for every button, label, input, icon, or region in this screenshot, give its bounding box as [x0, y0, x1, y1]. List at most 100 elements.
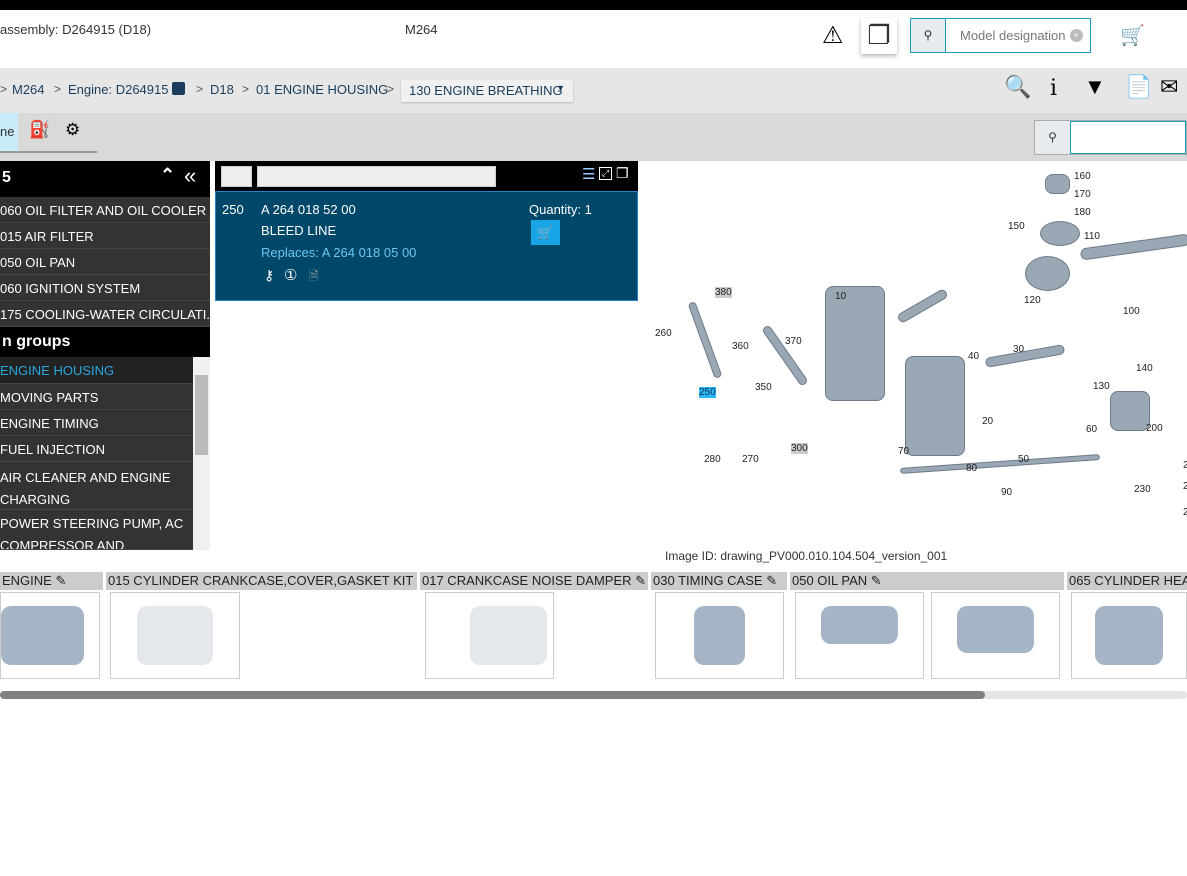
tab-engine[interactable]: ne: [0, 113, 18, 152]
popout-icon[interactable]: ❐: [616, 165, 629, 182]
callout[interactable]: 360: [732, 341, 749, 352]
key-icon[interactable]: ⚷: [264, 267, 274, 284]
callout[interactable]: 200: [1146, 423, 1163, 434]
parts-search[interactable]: ⚲: [1034, 120, 1187, 155]
document-alert-icon[interactable]: 📄: [1125, 76, 1152, 98]
clear-icon[interactable]: ×: [1069, 29, 1083, 42]
thumbnail[interactable]: [1071, 592, 1187, 679]
collapse-up-icon[interactable]: ⌃: [160, 165, 175, 186]
thumbnail-label[interactable]: 065 CYLINDER HEAD: [1067, 572, 1187, 590]
scrollbar-thumb[interactable]: [0, 691, 986, 699]
edit-icon[interactable]: ✎: [871, 573, 882, 588]
crumb-d18[interactable]: D18: [210, 82, 234, 97]
filter-icon[interactable]: ▼: [1084, 76, 1106, 98]
callout[interactable]: 370: [785, 336, 802, 347]
bolt-nut-icon[interactable]: ⚙: [65, 121, 80, 138]
group-item[interactable]: ENGINE TIMING: [0, 410, 193, 436]
callout-highlighted[interactable]: 250: [699, 387, 716, 398]
callout[interactable]: 2: [1183, 507, 1187, 518]
callout[interactable]: 170: [1074, 189, 1091, 200]
part-replaces[interactable]: Replaces: A 264 018 05 00: [261, 245, 416, 260]
parts-search-input[interactable]: [1070, 121, 1186, 154]
callout[interactable]: 60: [1086, 424, 1097, 435]
callout[interactable]: 230: [1134, 484, 1151, 495]
model-search-input[interactable]: Model designation: [946, 19, 1066, 52]
model-search[interactable]: ⚲ Model designation ×: [910, 18, 1091, 53]
callout[interactable]: 100: [1123, 306, 1140, 317]
thumbnail-label[interactable]: 030 TIMING CASE ✎: [651, 572, 787, 590]
zoom-in-icon[interactable]: 🔍: [1004, 76, 1031, 98]
copy-button[interactable]: ❐: [861, 18, 897, 54]
callout[interactable]: 120: [1024, 295, 1041, 306]
collapse-left-icon[interactable]: «: [184, 163, 196, 189]
callout[interactable]: 140: [1136, 363, 1153, 374]
thumbnail-label[interactable]: 050 OIL PAN ✎: [790, 572, 1064, 590]
subgroup-item[interactable]: 050 OIL PAN: [0, 249, 210, 275]
group-item[interactable]: MOVING PARTS: [0, 384, 193, 410]
callout[interactable]: 300: [791, 443, 808, 454]
thumbnail[interactable]: [795, 592, 924, 679]
crumb-group[interactable]: 01 ENGINE HOUSING: [256, 82, 388, 97]
group-item[interactable]: POWER STEERING PUMP, AC COMPRESSOR AND: [0, 510, 193, 550]
thumbnail-scrollbar[interactable]: [0, 691, 1187, 699]
callout[interactable]: 350: [755, 382, 772, 393]
thumbnail[interactable]: [931, 592, 1060, 679]
callout[interactable]: 280: [704, 454, 721, 465]
position-filter-input[interactable]: [221, 166, 252, 187]
callout[interactable]: 30: [1013, 344, 1024, 355]
list-view-icon[interactable]: ☰: [582, 165, 595, 183]
cart-add-icon[interactable]: 🛒: [1120, 26, 1145, 46]
thumbnail[interactable]: [425, 592, 554, 679]
copy-icon[interactable]: [172, 82, 185, 95]
crumb-model[interactable]: M264: [12, 82, 45, 97]
mail-edit-icon[interactable]: ✉: [1160, 76, 1178, 98]
search-icon[interactable]: ⚲: [911, 19, 946, 52]
callout[interactable]: 270: [742, 454, 759, 465]
wis-document-icon[interactable]: 🗎: [309, 267, 319, 288]
callout[interactable]: 70: [898, 446, 909, 457]
group-item[interactable]: AIR CLEANER AND ENGINE CHARGING: [0, 462, 193, 510]
thumbnail[interactable]: [0, 592, 100, 679]
info-circle-icon[interactable]: ①: [284, 266, 297, 284]
callout[interactable]: 130: [1093, 381, 1110, 392]
callout[interactable]: 110: [1084, 231, 1100, 242]
warning-icon[interactable]: ⚠: [822, 24, 844, 48]
edit-icon[interactable]: ✎: [766, 573, 777, 588]
callout[interactable]: 10: [835, 291, 846, 302]
callout[interactable]: 2: [1183, 481, 1187, 492]
part-filter-input[interactable]: [257, 166, 496, 187]
thumbnail[interactable]: [110, 592, 240, 679]
info-icon[interactable]: i: [1050, 78, 1057, 100]
callout[interactable]: 180: [1074, 207, 1091, 218]
thumbnail-label[interactable]: ENGINE ✎: [0, 572, 103, 590]
group-item-active[interactable]: ENGINE HOUSING: [0, 357, 193, 384]
callout[interactable]: 90: [1001, 487, 1012, 498]
thumbnail-label[interactable]: 017 CRANKCASE NOISE DAMPER ✎: [420, 572, 648, 590]
callout[interactable]: 380: [715, 287, 732, 298]
callout[interactable]: 150: [1008, 221, 1025, 232]
callout[interactable]: 20: [982, 416, 993, 427]
exploded-diagram[interactable]: 160 170 180 150 110 120 380 10 260 360 3…: [640, 161, 1187, 550]
crumb-engine[interactable]: Engine: D264915: [68, 82, 168, 97]
thumbnail[interactable]: [655, 592, 784, 679]
scrollbar[interactable]: [193, 357, 210, 550]
callout[interactable]: 2: [1183, 460, 1187, 471]
callout[interactable]: 40: [968, 351, 979, 362]
paint-bucket-icon[interactable]: ⛽: [29, 121, 50, 138]
edit-icon[interactable]: ✎: [55, 573, 66, 588]
subgroup-item[interactable]: 175 COOLING-WATER CIRCULATI...: [0, 301, 210, 327]
subgroup-item[interactable]: 015 AIR FILTER: [0, 223, 210, 249]
subgroup-dropdown[interactable]: 130 ENGINE BREATHING ▼: [401, 80, 573, 102]
scrollbar-thumb[interactable]: [195, 375, 208, 455]
subgroup-item[interactable]: 060 IGNITION SYSTEM: [0, 275, 210, 301]
callout[interactable]: 80: [966, 463, 977, 474]
add-to-cart-button[interactable]: 🛒: [531, 220, 560, 245]
group-item[interactable]: FUEL INJECTION: [0, 436, 193, 462]
callout[interactable]: 50: [1018, 454, 1029, 465]
expand-icon[interactable]: ⤢: [599, 167, 612, 180]
edit-icon[interactable]: ✎: [635, 573, 646, 588]
subgroup-item[interactable]: 060 OIL FILTER AND OIL COOLER: [0, 197, 210, 223]
callout[interactable]: 160: [1074, 171, 1091, 182]
search-icon[interactable]: ⚲: [1035, 121, 1070, 154]
callout[interactable]: 260: [655, 328, 672, 339]
